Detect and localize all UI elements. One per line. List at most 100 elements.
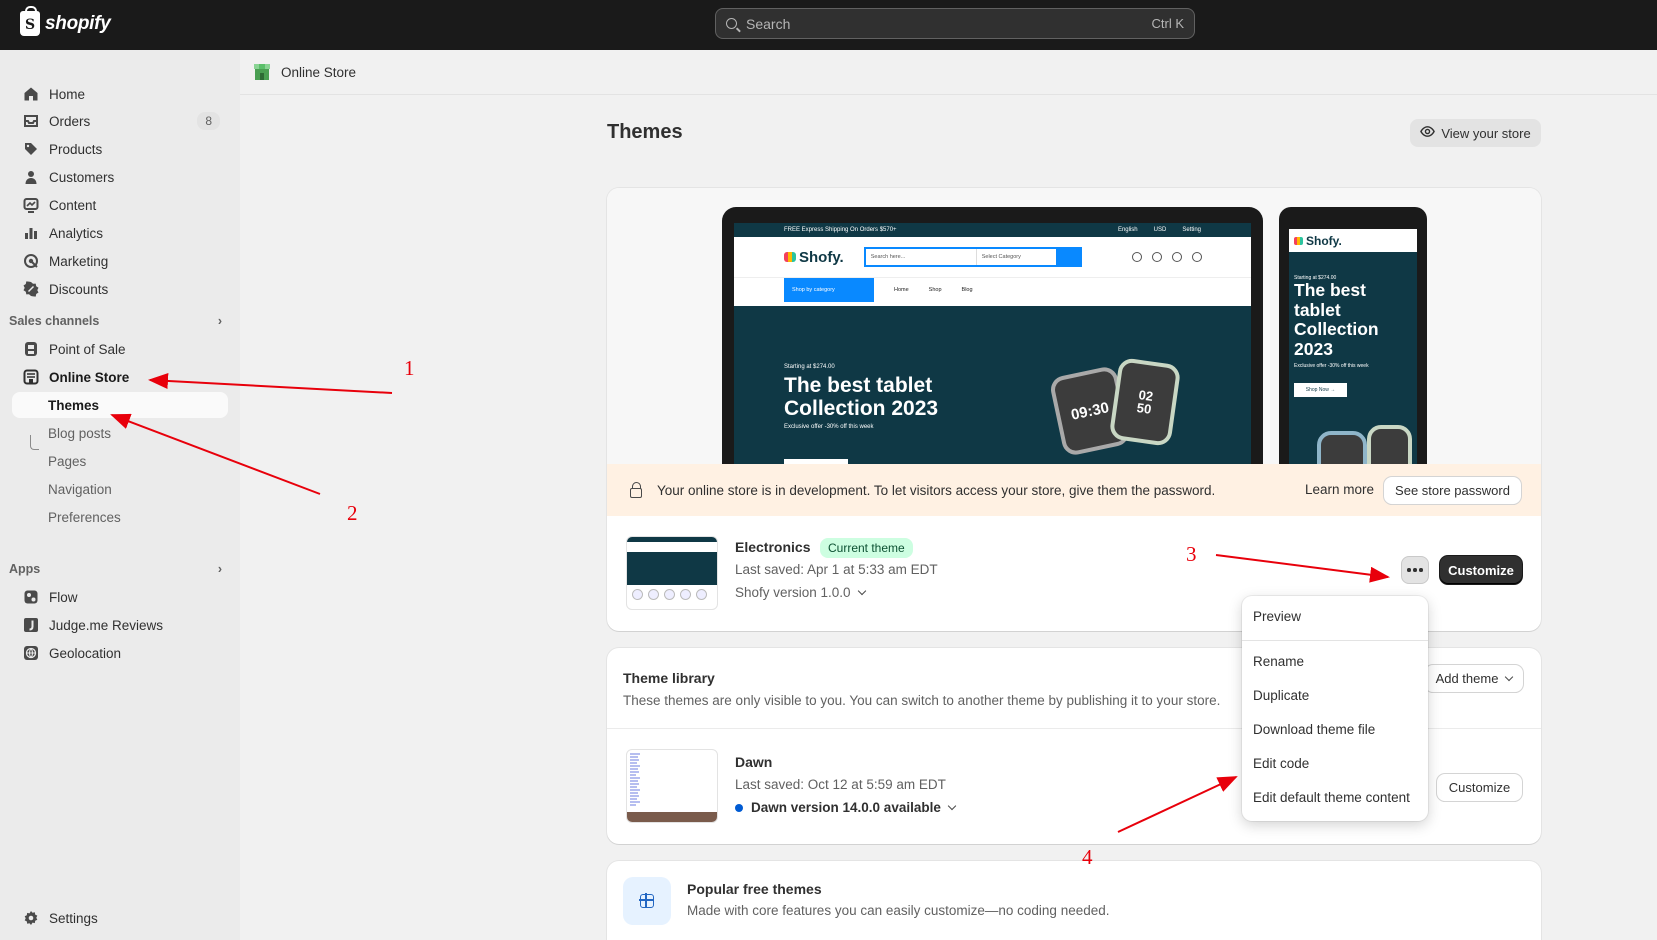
theme-version[interactable]: Shofy version 1.0.0 [735,585,866,600]
sales-channels-heading[interactable]: Sales channels › [9,314,228,328]
sidebar-item-preferences[interactable]: Preferences [12,504,228,530]
see-store-password-button[interactable]: See store password [1384,477,1521,504]
sidebar-item-discounts[interactable]: Discounts [12,276,228,302]
preview-search: Search here... Select Category [863,247,1082,267]
sidebar-item-point-of-sale[interactable]: Point of Sale [12,336,228,362]
customize-button[interactable]: Customize [1440,556,1522,584]
sidebar-item-home[interactable]: Home [12,81,228,107]
apps-heading[interactable]: Apps › [9,562,228,576]
content-icon [23,197,39,213]
sidebar-item-orders[interactable]: Orders 8 [12,108,228,134]
sidebar-item-blog-posts[interactable]: Blog posts [12,420,228,446]
tag-icon [23,141,39,157]
current-theme-card: FREE Express Shipping On Orders $570+ En… [607,188,1541,631]
online-store-app-icon [252,62,272,82]
menu-item-duplicate[interactable]: Duplicate [1253,688,1309,703]
chevron-down-icon [857,586,866,596]
menu-item-download-theme-file[interactable]: Download theme file [1253,722,1375,737]
person-icon [23,169,39,185]
sidebar-item-settings[interactable]: Settings [12,905,228,931]
discount-icon [23,281,39,297]
sidebar-item-pages[interactable]: Pages [12,448,228,474]
theme-grid-icon [623,877,671,925]
sidebar-item-content[interactable]: Content [12,192,228,218]
search-input[interactable]: Search Ctrl K [715,8,1195,39]
mobile-screen: Shofy. Starting at $274.00 The best tabl… [1289,229,1417,464]
more-actions-button[interactable] [1401,556,1429,584]
mobile-watch-image [1317,431,1367,464]
lock-icon [630,481,642,498]
menu-item-edit-code[interactable]: Edit code [1253,756,1309,771]
sidebar-item-geolocation[interactable]: Geolocation [12,640,228,666]
popular-themes-card: Popular free themes Made with core featu… [607,861,1541,940]
menu-item-preview[interactable]: Preview [1253,609,1301,624]
preview-nav: Shop by category Home Shop Blog [734,277,1251,302]
header-divider [240,94,1657,95]
current-theme-badge: Current theme [820,538,913,558]
eye-icon [1420,124,1436,142]
desktop-screen: FREE Express Shipping On Orders $570+ En… [734,223,1251,464]
popular-themes-title: Popular free themes [687,881,822,897]
flow-icon [23,589,39,605]
theme-actions-menu: Preview Rename Duplicate Download theme … [1242,596,1428,821]
sidebar-item-judgeme-reviews[interactable]: Judge.me Reviews [12,612,228,638]
menu-item-edit-default-theme-content[interactable]: Edit default theme content [1253,790,1410,805]
sidebar-item-online-store[interactable]: Online Store [12,364,228,390]
menu-separator [1242,640,1428,641]
shopify-logo[interactable]: S shopify [20,6,111,36]
theme-library-subtitle: These themes are only visible to you. Yo… [623,693,1221,708]
sidebar-item-customers[interactable]: Customers [12,164,228,190]
sidebar-item-themes[interactable]: Themes [12,392,228,418]
chevron-down-icon [947,801,957,811]
menu-item-rename[interactable]: Rename [1253,654,1304,669]
breadcrumb-online-store[interactable]: Online Store [281,65,356,80]
chevron-down-icon [1505,672,1514,682]
breadcrumb: Online Store [252,62,356,82]
mobile-watch-image-2 [1367,425,1412,464]
last-saved: Last saved: Apr 1 at 5:33 am EDT [735,562,938,577]
home-icon [23,86,39,102]
theme-name: Electronics [735,539,811,555]
sidebar-item-analytics[interactable]: Analytics [12,220,228,246]
theme-preview[interactable]: FREE Express Shipping On Orders $570+ En… [607,188,1541,464]
sidebar-item-products[interactable]: Products [12,136,228,162]
annotation-number-4: 4 [1082,845,1093,869]
orders-icon [23,113,39,129]
annotation-number-3: 3 [1186,542,1197,566]
learn-more-link[interactable]: Learn more [1305,482,1374,497]
page-title: Themes [607,121,683,143]
preview-logo: Shofy. [784,249,844,266]
chevron-right-icon: › [217,562,222,576]
preview-header-icons [1131,252,1202,262]
search-shortcut: Ctrl K [1151,16,1185,31]
update-available-dot [735,803,743,812]
sidebar-item-navigation[interactable]: Navigation [12,476,228,502]
dawn-customize-button[interactable]: Customize [1437,774,1522,801]
electronics-theme-thumbnail[interactable] [626,536,718,610]
chevron-right-icon: › [217,314,222,328]
target-icon [23,253,39,269]
sidebar-item-marketing[interactable]: Marketing [12,248,228,274]
watch-image-2: 02 50 [1108,357,1182,447]
bar-chart-icon [23,225,39,241]
orders-count-badge: 8 [197,112,220,130]
mobile-preview: Shofy. Starting at $274.00 The best tabl… [1279,207,1427,464]
desktop-preview: FREE Express Shipping On Orders $570+ En… [722,207,1263,464]
add-theme-button[interactable]: Add theme [1425,665,1523,692]
dawn-theme-thumbnail[interactable] [626,749,718,823]
preview-top-strip: FREE Express Shipping On Orders $570+ En… [734,223,1251,237]
annotation-number-1: 1 [404,356,415,380]
globe-icon [23,645,39,661]
gear-icon [23,910,39,926]
preview-header: Shofy. Search here... Select Category [734,237,1251,277]
dawn-version-update[interactable]: Dawn version 14.0.0 available [735,800,957,815]
pos-icon [23,341,39,357]
popular-themes-subtitle: Made with core features you can easily c… [687,903,1110,918]
view-store-button[interactable]: View your store [1410,119,1541,147]
dawn-last-saved: Last saved: Oct 12 at 5:59 am EDT [735,777,946,792]
sidebar-item-flow[interactable]: Flow [12,584,228,610]
search-icon [726,18,737,29]
store-icon [23,369,39,385]
preview-hero: Starting at $274.00 The best tablet Colle… [734,306,1251,464]
sidebar: Home Orders 8 Products Customers Content… [0,50,240,940]
